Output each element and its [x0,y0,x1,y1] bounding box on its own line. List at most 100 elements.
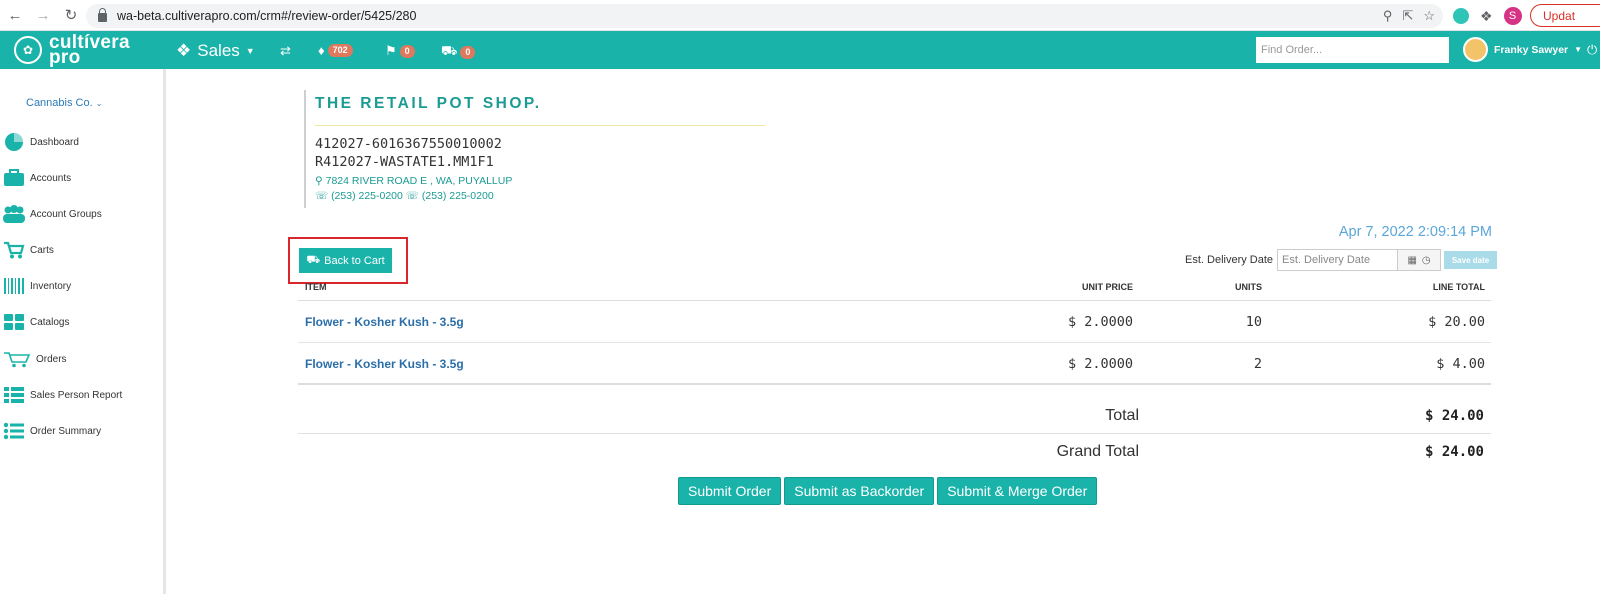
update-button[interactable]: Updat [1530,4,1600,27]
total-value: $ 24.00 [1424,408,1484,424]
pie-chart-icon [3,132,25,152]
column-header-units: UNITS [1235,282,1262,292]
sidebar-item-label: Account Groups [30,208,102,220]
lock-icon [98,8,107,22]
sidebar-item-label: Dashboard [30,136,79,148]
exchange-icon[interactable]: ⇄ [280,43,291,59]
unit-price: $ 2.0000 [1067,314,1133,330]
sales-menu[interactable]: ❖ Sales ▼ [176,41,255,61]
zoom-icon[interactable]: ⚲ [1383,8,1393,24]
table-icon [3,385,25,405]
chevron-down-icon: ▼ [1574,45,1583,54]
shop-license: 412027-6016367550010002 R412027-WASTATE1… [315,136,502,170]
sidebar-item-label: Orders [36,353,67,365]
grand-total-value: $ 24.00 [1424,444,1484,460]
sidebar-scrollbar[interactable] [163,69,165,594]
avatar [1463,37,1488,62]
order-items-table: ITEM UNIT PRICE UNITS LINE TOTAL Flower … [298,280,1491,385]
user-menu[interactable]: Franky Sawyer ▼ [1463,37,1582,62]
profile-avatar[interactable]: S [1503,7,1522,25]
unit-price: $ 2.0000 [1067,356,1133,372]
forward-arrow-icon[interactable]: → [30,2,56,28]
extension-icon[interactable] [1453,8,1469,24]
save-date-button[interactable]: Save date [1444,251,1498,269]
item-link[interactable]: Flower - Kosher Kush - 3.5g [305,315,464,329]
notifications-button[interactable]: ♦ 702 [318,43,353,58]
user-name: Franky Sawyer [1494,43,1569,56]
submit-order-button[interactable]: Submit Order [678,477,782,505]
find-order-input[interactable] [1256,37,1449,63]
back-arrow-icon[interactable]: ← [2,2,28,28]
sidebar-item-label: Sales Person Report [30,389,123,401]
item-link[interactable]: Flower - Kosher Kush - 3.5g [305,357,464,371]
submit-merge-order-button[interactable]: Submit & Merge Order [937,477,1098,505]
divider [315,125,765,126]
map-marker-icon: ⚲ [315,175,323,187]
submit-actions: Submit Order Submit as Backorder Submit … [678,477,1098,505]
shop-info-card: THE RETAIL POT SHOP. 412027-601636755001… [304,90,765,208]
units: 10 [1245,314,1262,330]
bookmark-star-icon[interactable]: ☆ [1423,8,1435,24]
sidebar-item-account-groups[interactable]: Account Groups [3,202,102,226]
column-header-item: ITEM [305,282,327,292]
cart-button[interactable]: ⛟ 0 [441,43,476,61]
grand-total-label: Grand Total [1056,443,1139,460]
sidebar-item-accounts[interactable]: Accounts [3,166,71,190]
chevron-down-icon: ⌄ [95,99,103,108]
total-row: Total $ 24.00 [298,398,1491,434]
grid-icon [3,312,25,332]
barcode-icon [3,276,25,296]
grand-total-row: Grand Total $ 24.00 [298,434,1491,470]
sidebar-item-carts[interactable]: Carts [3,238,54,262]
sidebar-item-label: Order Summary [30,425,102,437]
cultivera-logo[interactable]: ✿ cultívera pro [14,33,130,67]
sidebar-item-sales-person-report[interactable]: Sales Person Report [3,383,122,407]
order-totals: Total $ 24.00 Grand Total $ 24.00 [298,398,1491,470]
phone-icon: ☏ [405,190,419,202]
delivery-date-input[interactable] [1277,249,1399,271]
sidebar-item-orders[interactable]: Orders [3,347,67,371]
submit-backorder-button[interactable]: Submit as Backorder [784,477,935,505]
highlight-annotation [288,237,408,284]
extensions-puzzle-icon[interactable]: ❖ [1480,8,1493,25]
table-row: Flower - Kosher Kush - 3.5g $ 2.0000 2 $… [298,343,1491,385]
cart-icon [3,240,25,260]
chevron-down-icon: ▼ [245,46,255,56]
phone-icon: ☏ [315,190,329,202]
cart-badge: 0 [460,45,476,59]
users-icon [3,204,25,224]
shopping-cart-icon [3,349,31,369]
sidebar-item-inventory[interactable]: Inventory [3,274,71,298]
table-row: Flower - Kosher Kush - 3.5g $ 2.0000 10 … [298,301,1491,343]
sidebar-item-label: Accounts [30,172,72,184]
shop-address: ⚲ 7824 RIVER ROAD E , WA, PUYALLUP [315,175,513,187]
company-selector[interactable]: Cannabis Co. ⌄ [26,97,102,109]
flags-badge: 0 [399,44,415,58]
flag-icon: ⚑ [385,43,397,58]
flags-button[interactable]: ⚑ 0 [385,43,415,59]
share-icon[interactable]: ⇱ [1402,8,1413,24]
delivery-date-group: Est. Delivery Date ▦ ◷ Save date [1185,249,1498,271]
address-bar[interactable]: wa-beta.cultiverapro.com/crm#/review-ord… [86,4,1443,28]
notifications-badge: 702 [327,44,353,57]
calendar-icon[interactable]: ▦ [1407,255,1416,266]
date-time-picker[interactable]: ▦ ◷ [1398,249,1442,271]
reload-icon[interactable]: ↻ [58,2,84,28]
table-header: ITEM UNIT PRICE UNITS LINE TOTAL [298,280,1491,301]
clock-icon[interactable]: ◷ [1422,255,1431,266]
power-icon[interactable]: ⏻ [1587,42,1597,58]
url-text[interactable]: wa-beta.cultiverapro.com/crm#/review-ord… [117,9,416,23]
list-icon [3,421,25,441]
briefcase-icon [3,168,25,188]
sidebar-item-catalogs[interactable]: Catalogs [3,310,69,334]
column-header-line-total: LINE TOTAL [1432,282,1485,292]
sidebar-item-order-summary[interactable]: Order Summary [3,419,101,443]
sidebar-item-dashboard[interactable]: Dashboard [3,130,79,154]
delivery-date-label: Est. Delivery Date [1185,254,1274,266]
sidebar-item-label: Carts [30,244,54,256]
sidebar-item-label: Catalogs [30,316,70,328]
sales-label: Sales [197,41,240,60]
total-label: Total [1105,407,1139,424]
bell-icon: ♦ [318,43,325,58]
units: 2 [1253,356,1262,372]
